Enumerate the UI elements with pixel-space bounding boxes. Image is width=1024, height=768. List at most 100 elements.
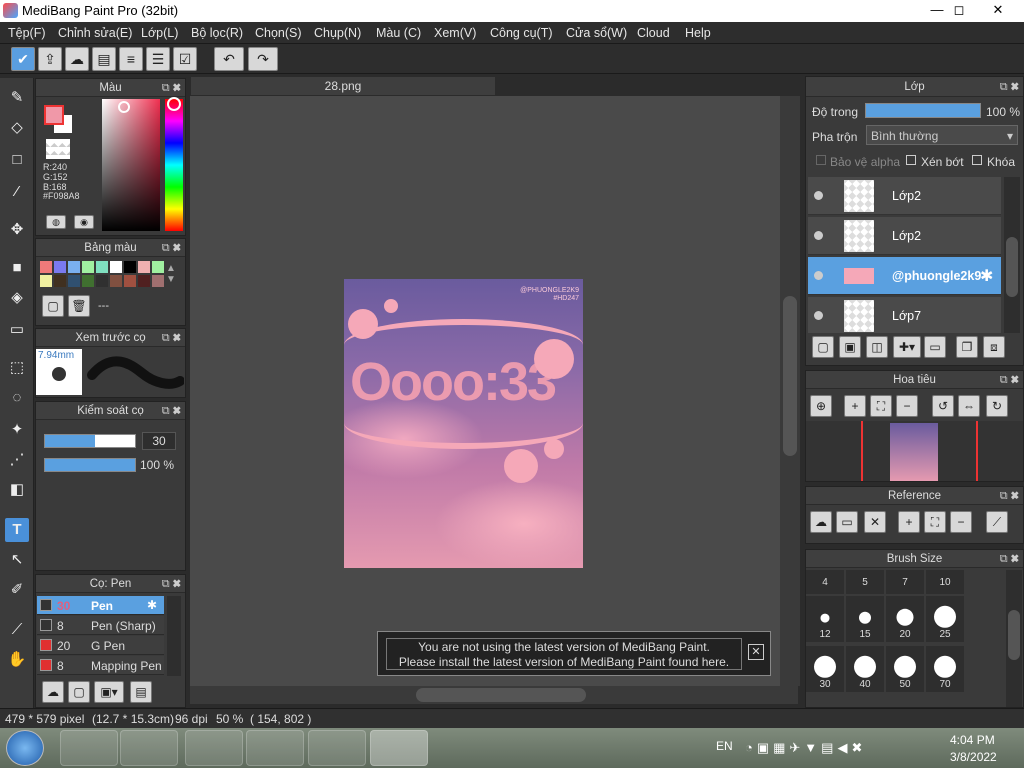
layer-row[interactable]: Lớp2 — [808, 177, 1001, 215]
close-reference-icon[interactable]: ✕ — [864, 511, 886, 533]
merge-layer-icon[interactable]: ⧈ — [983, 336, 1005, 358]
brush-size-cell[interactable]: 70 — [926, 646, 964, 692]
select-rect-icon[interactable]: ⬚ — [5, 356, 29, 380]
fit-icon[interactable]: ⛶ — [870, 395, 892, 417]
panel-controls[interactable]: ⧉ ✖ — [162, 575, 181, 593]
menu-cloud[interactable]: Cloud — [637, 26, 670, 40]
gradient-tool-icon[interactable]: ▭ — [5, 318, 29, 342]
eyedropper-icon[interactable]: ⟋ — [5, 618, 29, 642]
brush-settings-icon[interactable]: ▤ — [130, 681, 152, 703]
panel-controls[interactable]: ⧉ ✖ — [1000, 487, 1019, 505]
flip-icon[interactable]: ⇔ — [958, 395, 980, 417]
tray-icons[interactable]: ◔▣▦✈▼▤◀✖ — [745, 740, 866, 756]
chat-icon[interactable]: ☁ — [65, 47, 89, 71]
document-icon[interactable]: ≡ — [119, 47, 143, 71]
palette-swatch[interactable] — [138, 261, 150, 273]
color-mode-icon[interactable]: ◉ — [74, 215, 94, 229]
navigator-view[interactable] — [806, 421, 1023, 481]
visibility-icon[interactable] — [814, 311, 823, 320]
gear-icon[interactable]: ✱ — [980, 266, 993, 286]
menu-filter[interactable]: Bộ lọc(R) — [191, 26, 243, 40]
operation-tool-icon[interactable]: ↖ — [5, 548, 29, 572]
palette-swatch[interactable] — [152, 261, 164, 273]
palette-swatch[interactable] — [54, 261, 66, 273]
protect-alpha-checkbox[interactable] — [816, 155, 826, 165]
menu-snap[interactable]: Chụp(N) — [314, 26, 361, 40]
clipping-checkbox[interactable] — [906, 155, 916, 165]
canvas-area[interactable]: @PHUONGLE2K9 #HD247 Oooo:33 — [190, 96, 786, 686]
color-wheel-icon[interactable]: ◍ — [46, 215, 66, 229]
palette-swatch[interactable] — [152, 275, 164, 287]
brush-size-cell[interactable]: 40 — [846, 646, 884, 692]
upload-icon[interactable]: ⇪ — [38, 47, 62, 71]
brush-size-scroll-thumb[interactable] — [1008, 610, 1020, 660]
panel-controls[interactable]: ⧉ ✖ — [1000, 550, 1019, 568]
cloud-brush-icon[interactable]: ☁ — [42, 681, 64, 703]
brush-list-item[interactable]: 8 Pen (Sharp) — [37, 616, 164, 635]
brush-tool-icon[interactable]: ✎ — [5, 86, 29, 110]
lock-checkbox[interactable] — [972, 155, 982, 165]
chrome-icon[interactable] — [246, 730, 304, 766]
media-player-icon[interactable] — [120, 730, 178, 766]
hue-slider[interactable] — [165, 97, 183, 231]
panel-controls[interactable]: ⧉ ✖ — [162, 329, 181, 347]
ref-zoom-in-icon[interactable]: + — [898, 511, 920, 533]
panel-controls[interactable]: ⧉ ✖ — [162, 402, 181, 420]
explorer-icon[interactable] — [60, 730, 118, 766]
update-notification[interactable]: You are not using the latest version of … — [377, 631, 771, 676]
new-halftone-layer-icon[interactable]: ▣ — [839, 336, 861, 358]
layer-scroll-thumb[interactable] — [1006, 237, 1018, 297]
zoom-actual-icon[interactable]: ⊕ — [810, 395, 832, 417]
palette-swatch[interactable] — [40, 261, 52, 273]
hand-tool-icon[interactable]: ✋ — [5, 648, 29, 672]
brush-size-cell[interactable]: 25 — [926, 596, 964, 642]
text-tool-icon[interactable]: T — [5, 518, 29, 542]
new-1bit-layer-icon[interactable]: ◫ — [866, 336, 888, 358]
menu-tools[interactable]: Công cụ(T) — [490, 26, 553, 40]
layer-list-scrollbar[interactable] — [1004, 177, 1020, 333]
palette-swatch[interactable] — [110, 275, 122, 287]
divide-tool-icon[interactable]: ✐ — [5, 578, 29, 602]
layer-opacity-slider[interactable] — [865, 103, 981, 118]
layer-row[interactable]: Lớp7 — [808, 297, 1001, 333]
brush-size-cell[interactable]: 30 — [806, 646, 844, 692]
palette-scroll-icon[interactable]: ▲ ▼ — [166, 263, 176, 285]
add-brush-icon[interactable]: ▢ — [68, 681, 90, 703]
tab-document[interactable]: 28.png — [190, 76, 496, 96]
select-pen-icon[interactable]: ⋰ — [5, 448, 29, 472]
palette-swatch[interactable] — [124, 275, 136, 287]
visibility-icon[interactable] — [814, 231, 823, 240]
menu-help[interactable]: Help — [685, 26, 711, 40]
foreground-swatch[interactable] — [44, 105, 64, 125]
rect-tool-icon[interactable]: □ — [5, 148, 29, 172]
brush-size-scrollbar[interactable] — [1006, 570, 1022, 707]
ref-eyedropper-icon[interactable]: ⟋ — [986, 511, 1008, 533]
brush-size-cell[interactable]: 15 — [846, 596, 884, 642]
horizontal-scroll-thumb[interactable] — [416, 688, 586, 702]
sv-cursor[interactable] — [118, 101, 130, 113]
panel-controls[interactable]: ⧉ ✖ — [1000, 371, 1019, 389]
transparent-swatch[interactable] — [46, 139, 70, 159]
brush-list-scrollbar[interactable] — [167, 596, 181, 676]
blend-mode-select[interactable]: Bình thường ▾ — [866, 125, 1018, 145]
brush-list-item[interactable]: 20 G Pen — [37, 636, 164, 655]
visibility-icon[interactable] — [814, 271, 823, 280]
palette-swatch[interactable] — [110, 261, 122, 273]
brush-list-item[interactable]: 30 Pen ✱ — [37, 596, 164, 615]
menu-color[interactable]: Màu (C) — [376, 26, 421, 40]
bucket-tool-icon[interactable]: ◈ — [5, 286, 29, 310]
visibility-icon[interactable] — [814, 191, 823, 200]
palette-swatch[interactable] — [96, 261, 108, 273]
cloud-reference-icon[interactable]: ☁ — [810, 511, 832, 533]
language-indicator[interactable]: EN — [716, 739, 733, 753]
palette-swatch[interactable] — [138, 275, 150, 287]
zoom-out-icon[interactable]: − — [896, 395, 918, 417]
hue-cursor[interactable] — [167, 97, 181, 111]
palette-swatch[interactable] — [82, 261, 94, 273]
palette-swatch[interactable] — [54, 275, 66, 287]
vertical-scroll-thumb[interactable] — [783, 296, 797, 456]
layer-row[interactable]: Lớp2 — [808, 217, 1001, 255]
ref-fit-icon[interactable]: ⛶ — [924, 511, 946, 533]
brush-size-cell[interactable]: 7 — [886, 570, 924, 594]
artwork[interactable]: @PHUONGLE2K9 #HD247 Oooo:33 — [344, 279, 583, 568]
